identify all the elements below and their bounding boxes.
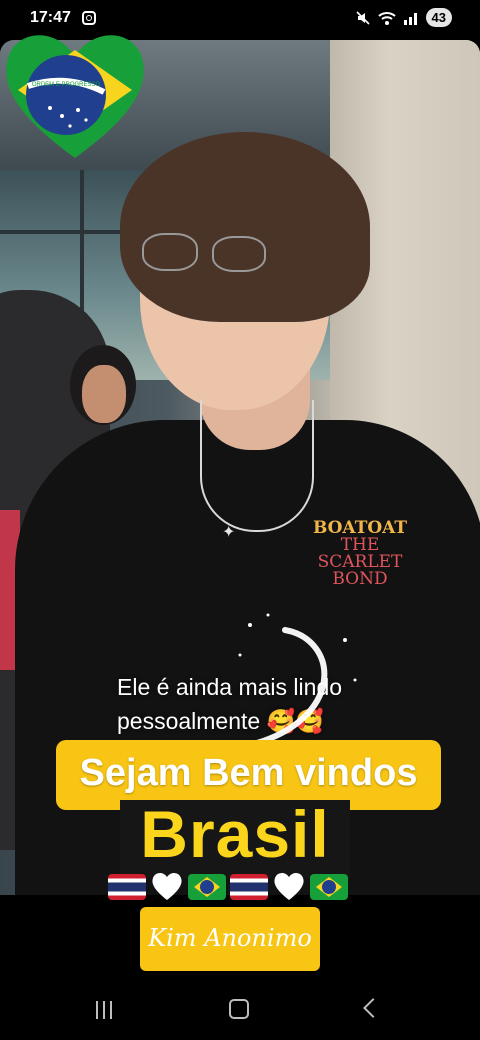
thailand-flag-icon: [230, 874, 268, 900]
home-icon[interactable]: [229, 999, 249, 1019]
shirt-print-line2: THE SCARLET: [317, 535, 403, 572]
glasses-right-lens: [212, 236, 266, 272]
pendant-icon: ✦: [222, 524, 236, 541]
signature-badge: Kim Anonimo: [140, 907, 320, 971]
white-heart-icon: [272, 870, 306, 900]
man-hair: [120, 132, 370, 322]
brasil-title-block: Brasil: [120, 797, 350, 878]
shirt-print-line3: BOND: [332, 569, 388, 589]
wifi-icon: [377, 11, 396, 25]
brasil-title: Brasil: [140, 797, 330, 871]
status-icons: 43: [355, 8, 452, 27]
brazil-flag-heart-sticker: ORDEM E PROGRESSO: [6, 35, 144, 158]
glasses-left-lens: [142, 233, 198, 271]
recents-icon[interactable]: [96, 1001, 116, 1019]
emoji-row: [108, 870, 348, 900]
back-icon[interactable]: [363, 998, 383, 1018]
sparkle-arc-decoration: [238, 613, 357, 748]
welcome-text: Sejam Bem vindos: [79, 752, 418, 794]
brazil-flag-icon: [310, 874, 348, 900]
shirt-print: BOATOAT THE SCARLET BOND: [305, 520, 415, 588]
signature-text: Kim Anonimo: [148, 924, 312, 952]
flag-motto: ORDEM E PROGRESSO: [32, 82, 101, 88]
brazil-flag-icon: [188, 874, 226, 900]
navigation-bar: [0, 985, 480, 1040]
signal-icon: [403, 12, 417, 25]
mute-icon: [355, 10, 370, 25]
thailand-flag-icon: [108, 874, 146, 900]
white-heart-icon: [150, 870, 184, 900]
battery-indicator: 43: [425, 8, 452, 27]
background-girl-face: [82, 365, 126, 423]
necklace: [200, 400, 314, 532]
